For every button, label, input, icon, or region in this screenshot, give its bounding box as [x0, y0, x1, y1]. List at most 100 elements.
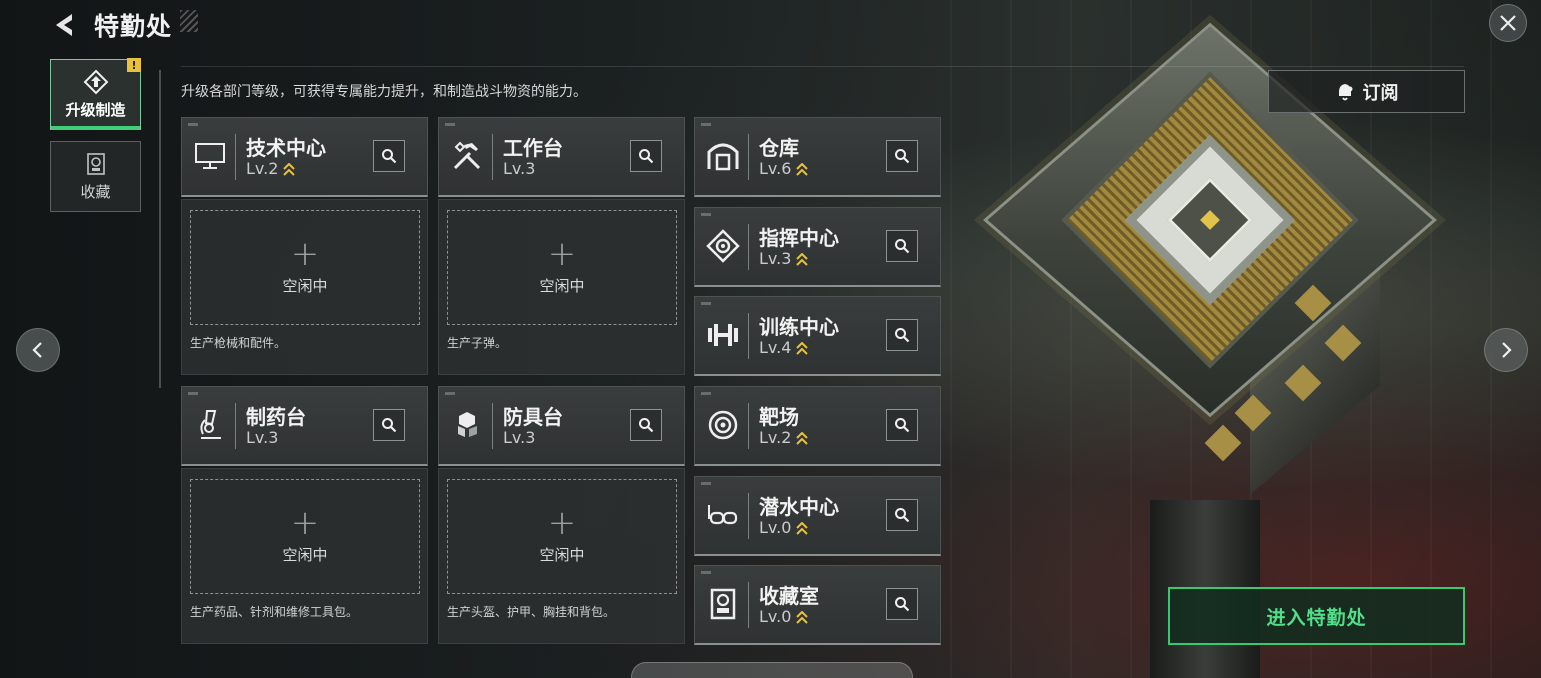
add-icon: + [290, 503, 320, 543]
slot-status: 空闲中 [539, 277, 585, 295]
level-text: Lv.3 [246, 428, 279, 447]
building-card-pharmacy[interactable]: 制药台 Lv.3 [181, 386, 428, 466]
inspect-button[interactable] [886, 409, 918, 441]
search-icon [382, 149, 397, 164]
bottom-toolbar[interactable] [631, 662, 913, 678]
command-icon [703, 226, 743, 266]
dumbbell-icon [703, 315, 743, 355]
slot-description: 生产头盔、护甲、胸挂和背包。 [447, 605, 616, 619]
inspect-button[interactable] [886, 499, 918, 531]
add-icon: + [547, 503, 577, 543]
inspect-button[interactable] [886, 140, 918, 172]
card-corner-mark [188, 392, 198, 395]
level-text: Lv.3 [503, 428, 536, 447]
tab-label: 收藏 [80, 183, 111, 201]
upgrade-chevron-icon [796, 341, 809, 355]
slot-description: 生产枪械和配件。 [190, 336, 287, 350]
bell-icon [1338, 83, 1352, 100]
search-icon [639, 149, 654, 164]
search-icon [895, 239, 910, 254]
subscribe-button[interactable]: 订阅 [1268, 70, 1465, 113]
top-divider [181, 66, 1464, 67]
search-icon [639, 418, 654, 433]
enter-label: 进入特勤处 [1266, 606, 1367, 629]
upgrade-chevron-icon [283, 162, 296, 176]
card-separator [748, 224, 749, 270]
production-slot[interactable]: + 空闲中 [447, 210, 677, 325]
building-level: Lv.2 [246, 159, 296, 178]
building-name: 靶场 [759, 405, 799, 429]
chevron-right-icon [1502, 342, 1512, 358]
inspect-button[interactable] [886, 319, 918, 351]
inspect-button[interactable] [373, 140, 405, 172]
building-level: Lv.3 [503, 159, 535, 178]
production-panel-tech-center: + 空闲中 生产枪械和配件。 [181, 199, 428, 375]
building-level: Lv.0 [759, 607, 809, 626]
monitor-icon [190, 136, 230, 176]
microscope-icon [190, 405, 230, 445]
building-name: 仓库 [759, 136, 799, 160]
building-card-diving-center[interactable]: 潜水中心 Lv.0 [694, 476, 941, 556]
slot-status: 空闲中 [282, 546, 328, 564]
building-card-workbench[interactable]: 工作台 Lv.3 [438, 117, 685, 197]
upgrade-chevron-icon [796, 162, 809, 176]
chevron-left-icon [32, 342, 42, 358]
building-card-shooting-range[interactable]: 靶场 Lv.2 [694, 386, 941, 466]
card-separator [748, 582, 749, 628]
card-corner-mark [701, 571, 711, 574]
alert-badge: ! [127, 58, 141, 72]
cube-tile [1204, 424, 1242, 462]
inspect-button[interactable] [886, 230, 918, 262]
tab-collection[interactable]: 收藏 [50, 141, 141, 212]
production-slot[interactable]: + 空闲中 [447, 479, 677, 594]
inspect-button[interactable] [373, 409, 405, 441]
section-description: 升级各部门等级，可获得专属能力提升，和制造战斗物资的能力。 [181, 84, 587, 100]
inspect-button[interactable] [630, 140, 662, 172]
building-level: Lv.3 [246, 428, 278, 447]
subscribe-label: 订阅 [1362, 82, 1399, 104]
level-text: Lv.0 [759, 518, 792, 537]
level-text: Lv.3 [503, 159, 536, 178]
header: 特勤处 [52, 8, 172, 42]
building-level: Lv.3 [759, 249, 809, 268]
next-button[interactable] [1484, 328, 1528, 372]
inspect-button[interactable] [886, 588, 918, 620]
armor-blocks-icon [447, 405, 487, 445]
building-name: 训练中心 [759, 315, 839, 339]
building-card-armor-bench[interactable]: 防具台 Lv.3 [438, 386, 685, 466]
back-arrow-icon[interactable] [52, 12, 76, 38]
production-slot[interactable]: + 空闲中 [190, 210, 420, 325]
upgrade-chevron-icon [796, 610, 809, 624]
card-separator [748, 313, 749, 359]
search-icon [895, 149, 910, 164]
tab-upgrade-manufacture[interactable]: 升级制造 ! [50, 58, 141, 130]
building-card-command-center[interactable]: 指挥中心 Lv.3 [694, 207, 941, 287]
search-icon [895, 328, 910, 343]
previous-button[interactable] [16, 328, 60, 372]
enter-special-ops-button[interactable]: 进入特勤处 [1168, 587, 1465, 645]
card-corner-mark [701, 302, 711, 305]
building-card-collection-room[interactable]: 收藏室 Lv.0 [694, 565, 941, 645]
card-corner-mark [701, 213, 711, 216]
upgrade-chevron-icon [796, 431, 809, 445]
add-icon: + [547, 234, 577, 274]
search-icon [382, 418, 397, 433]
search-icon [895, 597, 910, 612]
card-corner-mark [188, 123, 198, 126]
upgrade-chevron-icon [796, 252, 809, 266]
building-card-warehouse[interactable]: 仓库 Lv.6 [694, 117, 941, 197]
close-button[interactable] [1489, 4, 1527, 42]
building-name: 制药台 [246, 405, 306, 429]
target-icon [703, 405, 743, 445]
building-card-tech-center[interactable]: 技术中心 Lv.2 [181, 117, 428, 197]
card-separator [492, 134, 493, 180]
card-separator [748, 403, 749, 449]
inspect-button[interactable] [630, 409, 662, 441]
card-separator [235, 403, 236, 449]
card-separator [748, 493, 749, 539]
slot-description: 生产子弹。 [447, 336, 508, 350]
production-panel-workbench: + 空闲中 生产子弹。 [438, 199, 685, 375]
building-card-training-center[interactable]: 训练中心 Lv.4 [694, 296, 941, 376]
building-name: 指挥中心 [759, 226, 839, 250]
production-slot[interactable]: + 空闲中 [190, 479, 420, 594]
